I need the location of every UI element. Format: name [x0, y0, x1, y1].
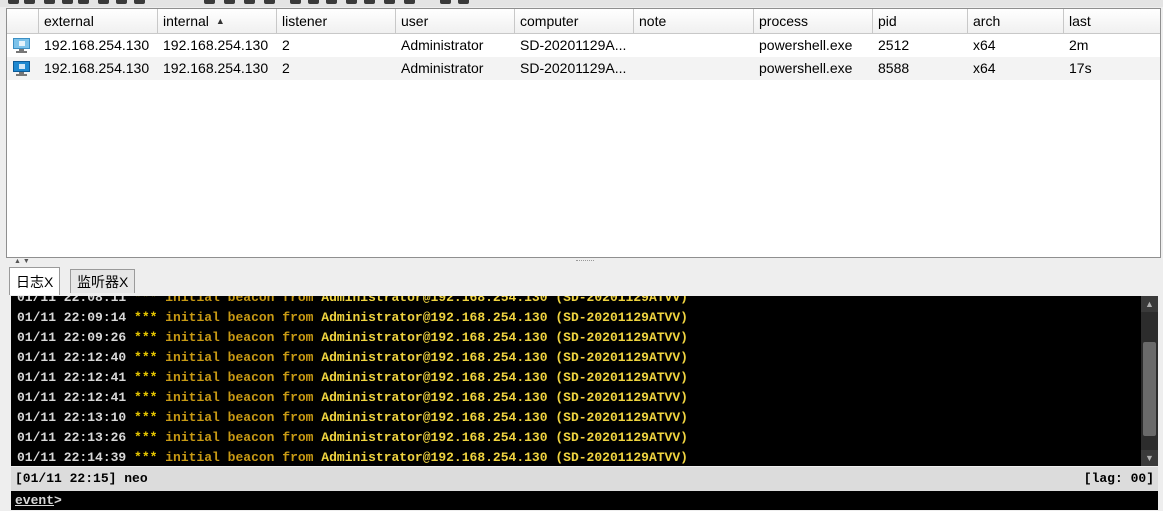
cell-last: 17s — [1069, 60, 1092, 76]
toolbar-button-icon[interactable] — [98, 0, 109, 4]
toolbar-button-icon[interactable] — [440, 0, 451, 4]
toolbar-button-icon[interactable] — [264, 0, 275, 4]
toolbar-button-icon[interactable] — [364, 0, 375, 4]
tab-event-log[interactable]: 日志X — [9, 267, 61, 295]
cell-external: 192.168.254.130 — [44, 60, 150, 76]
cell-listener: 2 — [282, 60, 290, 76]
column-header-note[interactable]: note — [634, 9, 754, 33]
column-header-external[interactable]: external — [39, 9, 158, 33]
tab-bar: 日志X 监听器X — [6, 267, 1161, 295]
column-header-computer[interactable]: computer — [515, 9, 634, 33]
column-header-process[interactable]: process — [754, 9, 873, 33]
cell-computer: SD-20201129A... — [520, 60, 627, 76]
toolbar-button-icon[interactable] — [326, 0, 337, 4]
cell-process: powershell.exe — [759, 60, 853, 76]
cell-computer: SD-20201129A... — [520, 37, 627, 53]
cell-arch: x64 — [973, 37, 996, 53]
column-header-arch[interactable]: arch — [968, 9, 1064, 33]
column-header-icon[interactable] — [7, 9, 39, 33]
command-prompt: event> — [15, 493, 62, 508]
toolbar-button-icon[interactable] — [62, 0, 73, 4]
log-line: 01/11 22:13:26 *** initial beacon from A… — [17, 430, 688, 445]
monitor-icon — [13, 61, 30, 76]
table-row[interactable]: 192.168.254.130 192.168.254.130 2 Admini… — [7, 34, 1160, 57]
cell-user: Administrator — [401, 37, 484, 53]
scroll-up-icon[interactable]: ▲ — [1141, 296, 1158, 312]
log-line: 01/11 22:13:10 *** initial beacon from A… — [17, 410, 688, 425]
toolbar-button-icon[interactable] — [458, 0, 469, 4]
event-log-console: 01/11 22:08:11 *** initial beacon from A… — [11, 296, 1158, 466]
toolbar — [0, 0, 1163, 7]
table-row[interactable]: 192.168.254.130 192.168.254.130 2 Admini… — [7, 57, 1160, 80]
toolbar-button-icon[interactable] — [116, 0, 127, 4]
monitor-icon — [13, 38, 30, 53]
command-input[interactable]: event> — [11, 491, 1158, 510]
cell-external: 192.168.254.130 — [44, 37, 150, 53]
log-line: 01/11 22:09:26 *** initial beacon from A… — [17, 330, 688, 345]
cell-user: Administrator — [401, 60, 484, 76]
toolbar-button-icon[interactable] — [24, 0, 35, 4]
toolbar-button-icon[interactable] — [404, 0, 415, 4]
log-line: 01/11 22:08:11 *** initial beacon from A… — [17, 296, 688, 305]
scrollbar-thumb[interactable] — [1143, 342, 1156, 436]
column-header-listener[interactable]: listener — [277, 9, 396, 33]
toolbar-button-icon[interactable] — [384, 0, 395, 4]
cell-last: 2m — [1069, 37, 1089, 53]
toolbar-button-icon[interactable] — [244, 0, 255, 4]
cell-process: powershell.exe — [759, 37, 853, 53]
pane-splitter[interactable]: ▲ ▼ — [6, 258, 1161, 266]
log-line: 01/11 22:14:39 *** initial beacon from A… — [17, 450, 688, 465]
toolbar-button-icon[interactable] — [8, 0, 19, 4]
toolbar-button-icon[interactable] — [134, 0, 145, 4]
sort-ascending-icon: ▲ — [215, 16, 225, 26]
cell-internal: 192.168.254.130 — [163, 37, 269, 53]
cell-pid: 2512 — [878, 37, 910, 53]
cell-internal: 192.168.254.130 — [163, 60, 269, 76]
log-line: 01/11 22:12:41 *** initial beacon from A… — [17, 370, 688, 385]
toolbar-button-icon[interactable] — [78, 0, 89, 4]
toolbar-button-icon[interactable] — [44, 0, 55, 4]
status-text: [01/11 22:15] neo — [15, 471, 148, 486]
cell-arch: x64 — [973, 60, 996, 76]
log-line: 01/11 22:12:40 *** initial beacon from A… — [17, 350, 688, 365]
toolbar-button-icon[interactable] — [290, 0, 301, 4]
cell-note — [634, 34, 754, 57]
scroll-down-icon[interactable]: ▼ — [1141, 450, 1158, 466]
log-line: 01/11 22:09:14 *** initial beacon from A… — [17, 310, 688, 325]
column-header-user[interactable]: user — [396, 9, 515, 33]
sessions-table: external internal ▲ listener user compute… — [6, 8, 1161, 258]
column-header-last[interactable]: last — [1064, 9, 1160, 33]
tab-listeners[interactable]: 监听器X — [70, 269, 136, 293]
toolbar-button-icon[interactable] — [346, 0, 357, 4]
console-scrollbar[interactable]: ▲ ▼ — [1141, 296, 1158, 466]
toolbar-button-icon[interactable] — [224, 0, 235, 4]
log-line: 01/11 22:12:41 *** initial beacon from A… — [17, 390, 688, 405]
cell-note — [634, 57, 754, 80]
cell-listener: 2 — [282, 37, 290, 53]
splitter-grip-icon[interactable] — [576, 260, 594, 263]
toolbar-button-icon[interactable] — [308, 0, 319, 4]
lag-indicator: [lag: 00] — [1083, 471, 1154, 486]
column-header-pid[interactable]: pid — [873, 9, 968, 33]
collapse-arrows-icon[interactable]: ▲ ▼ — [14, 258, 30, 265]
status-bar: [01/11 22:15] neo [lag: 00] — [11, 467, 1158, 491]
column-header-internal[interactable]: internal ▲ — [158, 9, 277, 33]
cell-pid: 8588 — [878, 60, 910, 76]
table-header: external internal ▲ listener user compute… — [7, 9, 1160, 34]
toolbar-button-icon[interactable] — [204, 0, 215, 4]
